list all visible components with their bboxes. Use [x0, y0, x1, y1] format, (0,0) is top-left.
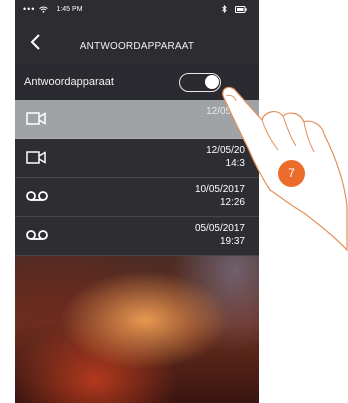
message-list: 12/05/20 1 12/05/20 14:3 10/05/2017 12:2… — [15, 100, 259, 256]
battery-icon — [235, 5, 247, 13]
message-datetime: 12/05/20 1 — [206, 105, 245, 131]
message-datetime: 05/05/2017 19:37 — [195, 222, 245, 248]
wifi-icon — [39, 6, 49, 13]
list-item[interactable]: 10/05/2017 12:26 — [15, 178, 259, 217]
app-header: ANTWOORDAPPARAAT — [15, 20, 259, 64]
signal-dots: ••• — [23, 4, 36, 14]
bluetooth-icon — [222, 5, 227, 13]
message-time: 19:37 — [219, 236, 245, 247]
message-time: 12:26 — [219, 197, 245, 208]
message-datetime: 10/05/2017 12:26 — [195, 183, 245, 209]
list-item[interactable]: 12/05/20 14:3 — [15, 139, 259, 178]
page-title: ANTWOORDAPPARAAT — [79, 41, 195, 52]
status-time: 1:45 PM — [56, 6, 83, 13]
message-date: 05/05/2017 — [194, 223, 245, 234]
toggle-knob — [205, 75, 219, 89]
list-item[interactable]: 12/05/20 1 — [15, 100, 259, 139]
toggle-label: Antwoordapparaat — [24, 76, 114, 88]
message-time: 14:3 — [225, 158, 245, 169]
phone-screen: ••• 1:45 PM ANTWOORDAPPARAAT Antwoordapp… — [15, 0, 259, 403]
message-date: 10/05/2017 — [194, 184, 245, 195]
voicemail-icon — [26, 191, 48, 201]
message-date: 12/05/20 — [206, 145, 245, 156]
message-date: 12/05/20 — [206, 106, 245, 117]
message-time: 1 — [239, 119, 245, 130]
answering-machine-toggle[interactable] — [179, 73, 221, 92]
message-datetime: 12/05/20 14:3 — [206, 144, 245, 170]
answering-machine-setting: Antwoordapparaat — [15, 64, 259, 100]
step-callout-badge: 7 — [278, 160, 305, 187]
status-bar: ••• 1:45 PM — [15, 0, 259, 20]
list-item[interactable]: 05/05/2017 19:37 — [15, 217, 259, 256]
voicemail-icon — [26, 230, 48, 240]
video-icon — [26, 151, 46, 164]
video-icon — [26, 112, 46, 125]
